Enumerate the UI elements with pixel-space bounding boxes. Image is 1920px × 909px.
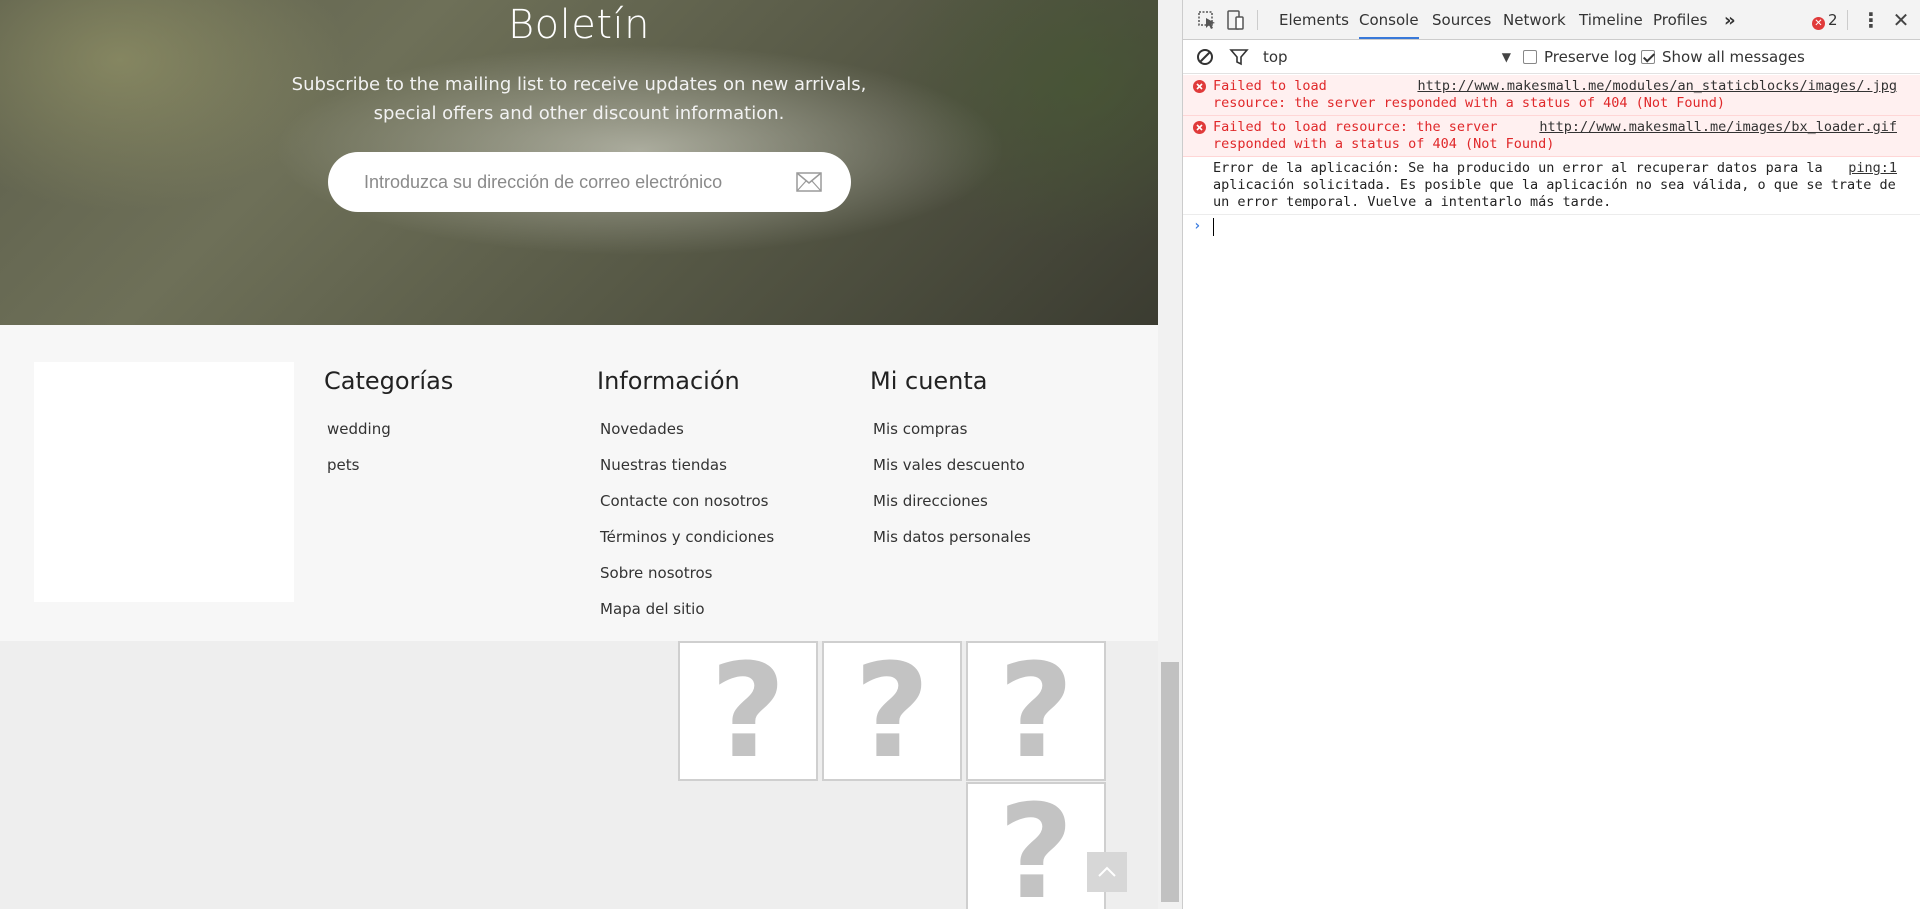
footer-column-title: Información: [597, 367, 740, 395]
context-selector[interactable]: top ▼: [1263, 46, 1513, 68]
site-footer: Categorías wedding pets Información Nove…: [0, 325, 1158, 641]
footer-column-mi-cuenta: Mi cuenta Mis compras Mis vales descuent…: [870, 365, 1031, 563]
prompt-caret-icon: ›: [1193, 218, 1202, 234]
error-icon: [1193, 80, 1206, 93]
message-text: Error de la aplicación: Se ha producido …: [1213, 160, 1896, 210]
footer-link[interactable]: Mapa del sitio: [600, 599, 774, 635]
console-log-message: ping:1 Error de la aplicación: Se ha pro…: [1183, 157, 1920, 215]
broken-image-placeholder: ?: [966, 782, 1106, 909]
inspect-element-icon[interactable]: [1197, 10, 1217, 30]
broken-image-placeholder: ?: [678, 641, 818, 781]
web-page-viewport: Boletín Subscribe to the mailing list to…: [0, 0, 1158, 909]
checkbox-box[interactable]: [1523, 50, 1537, 64]
newsletter-form: [328, 152, 851, 212]
footer-link[interactable]: Mis direcciones: [873, 491, 1031, 527]
footer-link[interactable]: Mis compras: [873, 419, 1031, 455]
preserve-log-checkbox[interactable]: Preserve log: [1523, 47, 1637, 67]
broken-image-placeholder: ?: [822, 641, 962, 781]
console-prompt[interactable]: ›: [1183, 215, 1920, 239]
footer-column-categorias: Categorías wedding pets: [324, 365, 453, 491]
tab-timeline[interactable]: Timeline: [1579, 0, 1643, 39]
console-messages: http://www.makesmall.me/modules/an_stati…: [1183, 75, 1920, 239]
footer-link[interactable]: Mis datos personales: [873, 527, 1031, 563]
close-icon[interactable]: ✕: [1891, 9, 1911, 31]
tab-sources[interactable]: Sources: [1432, 0, 1491, 39]
console-error-message: http://www.makesmall.me/images/bx_loader…: [1183, 116, 1920, 157]
error-icon: [1193, 121, 1206, 134]
more-tabs-button[interactable]: »: [1724, 0, 1736, 39]
broken-image-placeholder: ?: [966, 641, 1106, 781]
message-source-link[interactable]: http://www.makesmall.me/modules/an_stati…: [1417, 78, 1897, 95]
newsletter-email-input[interactable]: [362, 152, 782, 212]
tab-elements[interactable]: Elements: [1279, 0, 1349, 39]
error-icon: ✕: [1812, 17, 1825, 30]
newsletter-section: Boletín Subscribe to the mailing list to…: [0, 0, 1158, 325]
devtools-toolbar: Elements Console Sources Network Timelin…: [1183, 0, 1920, 40]
show-all-messages-checkbox[interactable]: Show all messages: [1641, 47, 1805, 67]
newsletter-description: Subscribe to the mailing list to receive…: [291, 74, 867, 124]
tab-profiles[interactable]: Profiles: [1653, 0, 1707, 39]
error-counter[interactable]: ✕ 2: [1812, 8, 1838, 32]
footer-column-title: Mi cuenta: [870, 367, 988, 395]
footer-link[interactable]: Sobre nosotros: [600, 563, 774, 599]
envelope-icon[interactable]: [796, 172, 822, 192]
console-filter-bar: top ▼ Preserve log Show all messages: [1183, 40, 1920, 74]
tab-console[interactable]: Console: [1359, 0, 1419, 39]
footer-column-title: Categorías: [324, 367, 454, 395]
message-source-link[interactable]: http://www.makesmall.me/images/bx_loader…: [1539, 119, 1897, 136]
footer-link[interactable]: Nuestras tiendas: [600, 455, 774, 491]
toolbar-separator: [1847, 10, 1848, 30]
message-text: Failed to load resource: the server resp…: [1213, 119, 1555, 152]
checkbox-box[interactable]: [1641, 50, 1655, 64]
text-cursor: [1213, 218, 1214, 236]
toolbar-separator: [1257, 10, 1258, 30]
footer-link[interactable]: Novedades: [600, 419, 774, 455]
clear-console-icon[interactable]: [1195, 47, 1215, 67]
footer-column-informacion: Información Novedades Nuestras tiendas C…: [597, 365, 774, 635]
filter-icon[interactable]: [1229, 47, 1249, 67]
message-source-link[interactable]: ping:1: [1848, 160, 1897, 177]
page-scrollbar[interactable]: [1158, 0, 1182, 909]
footer-link[interactable]: pets: [327, 455, 453, 491]
kebab-menu-icon[interactable]: ⋮: [1861, 9, 1881, 31]
devtools-panel: Elements Console Sources Network Timelin…: [1182, 0, 1920, 909]
footer-link[interactable]: Mis vales descuento: [873, 455, 1031, 491]
back-to-top-button[interactable]: [1087, 852, 1127, 892]
tab-network[interactable]: Network: [1503, 0, 1566, 39]
footer-logo-box: [34, 362, 294, 602]
footer-link[interactable]: wedding: [327, 419, 453, 455]
chevron-up-icon: [1098, 866, 1116, 877]
footer-link[interactable]: Términos y condiciones: [600, 527, 774, 563]
page-scrollbar-thumb[interactable]: [1161, 662, 1179, 902]
device-toggle-icon[interactable]: [1225, 10, 1245, 30]
newsletter-title: Boletín: [507, 2, 651, 48]
console-error-message: http://www.makesmall.me/modules/an_stati…: [1183, 75, 1920, 116]
footer-link[interactable]: Contacte con nosotros: [600, 491, 774, 527]
dropdown-arrow-icon: ▼: [1501, 50, 1511, 64]
